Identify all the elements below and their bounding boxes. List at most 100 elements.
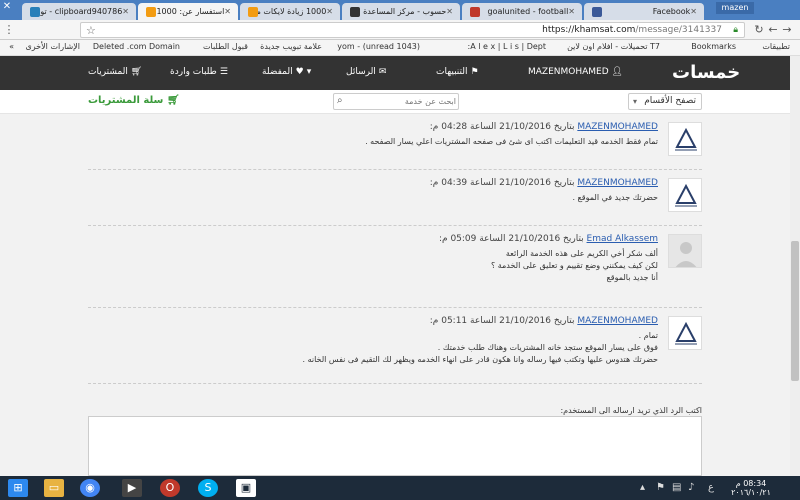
sub-header: تصفح الأقسام ▾ ⌕ 🛒︎ سلة المشتريات: [0, 90, 800, 114]
close-tab-icon[interactable]: ✕: [690, 7, 697, 16]
khamsat-icon: [248, 6, 258, 17]
chrome-icon[interactable]: ◉: [80, 479, 100, 497]
goalunited-icon: [470, 6, 480, 17]
close-tab-icon[interactable]: ✕: [326, 7, 333, 16]
address-bar: → ← ↻ 🔒︎ https://khamsat.com/message/314…: [0, 20, 800, 40]
window-close-icon[interactable]: ✕: [0, 1, 14, 12]
close-tab-icon[interactable]: ✕: [122, 7, 129, 16]
message-item: MAZENMOHAMED بتاريخ 21/10/2016 الساعة 04…: [88, 114, 702, 170]
lock-icon: 🔒︎: [733, 25, 738, 35]
message-meta: Emad Alkassem بتاريخ 21/10/2016 الساعة 0…: [438, 234, 658, 244]
file-explorer-icon[interactable]: ▭: [44, 479, 64, 497]
bookmarks-bar: تطبيقات Bookmarks T7 تحميلات - افلام اون…: [0, 40, 800, 56]
volume-icon[interactable]: ♪: [688, 482, 694, 493]
reload-icon[interactable]: ↻: [752, 23, 766, 36]
facebook-icon: [592, 6, 602, 17]
tab-title: 1000 زيادة لايكات منذ: [258, 7, 327, 16]
avatar[interactable]: [668, 178, 702, 212]
search-icon[interactable]: ⌕: [337, 95, 343, 106]
network-icon[interactable]: ▤: [672, 482, 681, 493]
reply-textarea[interactable]: [88, 416, 702, 476]
nav-purchases[interactable]: 🛒︎المشتريات: [88, 67, 142, 77]
close-tab-icon[interactable]: ✕: [568, 7, 575, 16]
opera-icon[interactable]: O: [160, 479, 180, 497]
bookmark-new-tab[interactable]: علامة تبويب جديدة: [260, 42, 322, 51]
bookmark-alex[interactable]: A l e x | L i s | Dept:: [430, 42, 546, 51]
list-icon: ☰: [219, 67, 228, 77]
scrollbar-thumb[interactable]: [791, 241, 799, 381]
tab-likes[interactable]: ✕ 1000 زيادة لايكات منذ: [240, 3, 340, 20]
nav-incoming-orders[interactable]: ☰طلبات واردة: [170, 67, 228, 77]
bookmark-accept-requests[interactable]: قبول الطلبات: [203, 42, 248, 51]
avatar[interactable]: [668, 234, 702, 268]
user-icon: 👤︎: [611, 67, 624, 77]
tray-flag-icon[interactable]: ⚑: [656, 482, 665, 493]
close-tab-icon[interactable]: ✕: [446, 7, 453, 16]
envelope-icon: ✉: [378, 67, 387, 77]
page-scrollbar[interactable]: [790, 56, 800, 476]
skype-icon[interactable]: S: [198, 479, 218, 497]
bookmark-deleted-domain[interactable]: Deleted .com Domain: [93, 42, 180, 51]
tab-clipboard[interactable]: ✕ clipboard940786 - تور: [22, 3, 136, 20]
flag-icon: ⚑: [470, 67, 479, 77]
tab-title: Facebook: [652, 7, 691, 16]
message-text: تمام . فوق على يسار الموقع ستجد خانه الم…: [302, 331, 658, 364]
search-box: ⌕: [333, 93, 459, 110]
message-meta: MAZENMOHAMED بتاريخ 21/10/2016 الساعة 04…: [429, 122, 658, 132]
tray-arrow-icon[interactable]: ▴: [640, 482, 645, 493]
chevron-down-icon: ▾: [633, 97, 638, 106]
tab-title: حسوب - مركز المساعدة: [363, 7, 447, 16]
tab-inquiry[interactable]: ✕ استفسار عن: 1000 زيادة: [138, 3, 238, 20]
start-windows-icon[interactable]: ⊞: [8, 479, 28, 497]
nav-messages[interactable]: ✉الرسائل: [346, 67, 386, 77]
message-thread: MAZENMOHAMED بتاريخ 21/10/2016 الساعة 04…: [88, 114, 702, 404]
bookmark-other[interactable]: الإشارات الأخرى: [26, 42, 81, 51]
bookmark-bookmarks[interactable]: Bookmarks: [691, 42, 736, 51]
app-window-icon[interactable]: ▣: [236, 479, 256, 497]
message-username[interactable]: Emad Alkassem: [587, 234, 658, 244]
tab-facebook[interactable]: ✕ Facebook: [584, 3, 704, 20]
message-item: MAZENMOHAMED بتاريخ 21/10/2016 الساعة 05…: [88, 308, 702, 384]
more-bookmarks-icon[interactable]: »: [9, 42, 14, 51]
media-player-icon[interactable]: ▶: [122, 479, 142, 497]
search-input[interactable]: [350, 95, 456, 108]
avatar[interactable]: [668, 316, 702, 350]
bookmark-t7[interactable]: T7 تحميلات - افلام اون لاين: [548, 42, 660, 51]
categories-dropdown[interactable]: تصفح الأقسام ▾: [628, 93, 702, 110]
message-username[interactable]: MAZENMOHAMED: [577, 178, 658, 188]
message-item: MAZENMOHAMED بتاريخ 21/10/2016 الساعة 04…: [88, 170, 702, 226]
url-input[interactable]: 🔒︎ https://khamsat.com/message/3141337 ☆: [80, 22, 745, 38]
tab-title: استفسار عن: 1000 زيادة: [156, 7, 225, 16]
tab-goalunited[interactable]: ✕ goalunited - football: [462, 3, 582, 20]
hsoub-icon: [350, 6, 360, 17]
language-indicator[interactable]: ع: [708, 482, 714, 493]
bookmark-apps[interactable]: تطبيقات: [762, 42, 790, 51]
message-item: Emad Alkassem بتاريخ 21/10/2016 الساعة 0…: [88, 226, 702, 308]
message-username[interactable]: MAZENMOHAMED: [577, 122, 658, 132]
bookmark-star-icon[interactable]: ☆: [86, 24, 96, 37]
khamsat-logo[interactable]: خمسات: [672, 62, 740, 83]
message-meta: MAZENMOHAMED بتاريخ 21/10/2016 الساعة 04…: [429, 178, 658, 188]
menu-dots-icon[interactable]: ⋮: [2, 23, 16, 36]
seller-logo-icon: [675, 183, 697, 207]
bookmark-yom[interactable]: (1043 unread) - yom: [324, 42, 420, 51]
nav-user-menu[interactable]: 👤︎MAZENMOHAMED: [528, 67, 623, 77]
cart-link[interactable]: 🛒︎ سلة المشتريات: [88, 95, 180, 106]
taskbar-clock[interactable]: 08:34 م ٢٠١٦/١٠/٢١: [726, 479, 776, 497]
clipboard-icon: [30, 6, 40, 17]
reply-label: اكتب الرد الذي تريد ارساله الى المستخدم:: [560, 406, 702, 415]
nav-notifications[interactable]: ⚑التنبيهات: [436, 67, 479, 77]
tab-hsoub-help[interactable]: ✕ حسوب - مركز المساعدة: [342, 3, 460, 20]
message-username[interactable]: MAZENMOHAMED: [577, 316, 658, 326]
back-arrow-icon[interactable]: →: [780, 23, 794, 36]
forward-arrow-icon[interactable]: ←: [766, 23, 780, 36]
seller-logo-icon: [675, 321, 697, 345]
site-header: خمسات 👤︎MAZENMOHAMED ⚑التنبيهات ✉الرسائل…: [0, 56, 800, 90]
nav-favorites[interactable]: ▾♥المفضلة: [262, 67, 311, 77]
message-text: ألف شكر أخي الكريم على هذه الخدمة الرائع…: [490, 249, 658, 282]
window-user-badge[interactable]: mazen: [716, 2, 754, 14]
close-tab-icon[interactable]: ✕: [224, 7, 231, 16]
message-text: تمام فقط الخدمه قيد التعليمات اكتب اى شئ…: [365, 137, 658, 146]
avatar[interactable]: [668, 122, 702, 156]
cart-icon: 🛒︎: [166, 95, 180, 106]
